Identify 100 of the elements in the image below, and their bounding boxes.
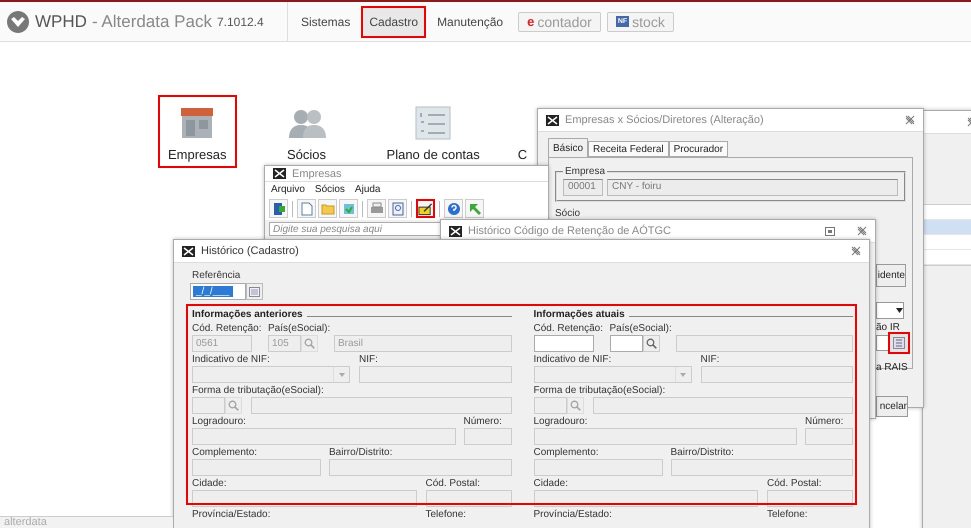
input-field[interactable]	[534, 335, 594, 352]
arrow-icon	[468, 202, 482, 216]
app-name: WPHD	[35, 12, 87, 32]
list-button[interactable]	[888, 332, 910, 354]
window-title: Empresas	[292, 168, 342, 180]
folder-icon	[320, 202, 334, 214]
field-label: Província/Estado:	[534, 508, 612, 521]
calendar-button[interactable]	[246, 283, 263, 300]
field-label: Forma de tributação(eSocial):	[192, 384, 324, 397]
search-icon	[304, 338, 315, 349]
footer-logo-text: alterdata	[4, 517, 47, 528]
module-label[interactable]: C	[518, 147, 528, 162]
magnifier-page-icon	[392, 202, 404, 216]
field-label: Indicativo de NIF:	[192, 353, 270, 366]
menu-item[interactable]: Sócios	[314, 184, 345, 195]
pencil-folder-icon	[418, 202, 433, 216]
printer-icon	[370, 202, 384, 216]
window-title: Histórico (Cadastro)	[201, 245, 299, 257]
section-title: Informações anteriores	[192, 308, 303, 320]
close-icon	[851, 246, 861, 256]
field-label: Cód. Postal:	[426, 477, 480, 490]
input-field[interactable]	[876, 335, 889, 351]
caret-icon	[338, 372, 344, 376]
field-label: Logradouro:	[192, 415, 246, 428]
field-label: Cód. Retenção:	[192, 322, 262, 335]
window-logo-icon	[182, 244, 195, 258]
search-button[interactable]	[301, 335, 318, 352]
field-label: NIF:	[359, 353, 378, 366]
list-icon	[893, 337, 905, 349]
window-logo-icon	[546, 114, 559, 126]
module-tile[interactable]: Empresas	[158, 95, 237, 168]
field-label: Bairro/Distrito:	[329, 446, 392, 459]
toolbar-button[interactable]	[388, 199, 407, 218]
toolbar-button[interactable]	[269, 199, 288, 218]
search-icon	[570, 400, 580, 411]
building-icon	[179, 106, 216, 140]
field-label: NIF:	[700, 353, 720, 366]
field-label: Forma de tributação(eSocial):	[534, 384, 666, 397]
group-label: Empresa	[564, 166, 606, 177]
app-button[interactable]: e contador	[518, 12, 601, 32]
dropdown[interactable]	[876, 302, 904, 319]
field-label: País(eSocial):	[268, 322, 330, 335]
caret-icon	[680, 372, 686, 376]
module-label[interactable]: Plano de contas	[386, 147, 480, 162]
numbered-list-icon	[415, 106, 452, 140]
field-label: Logradouro:	[534, 415, 588, 428]
restore-icon	[825, 226, 835, 236]
field-label: Indicativo de NIF:	[534, 353, 612, 366]
field-label: Bairro/Distrito:	[670, 446, 734, 459]
field-label: Complemento:	[534, 446, 599, 459]
version-number: 7.1012.4	[216, 14, 264, 28]
help-icon	[446, 202, 460, 216]
toolbar-button[interactable]	[416, 199, 435, 218]
menu-tab[interactable]: Cadastro	[361, 6, 426, 38]
field-label: ão IR	[876, 322, 900, 333]
checkbox-label: a RAIS	[876, 362, 908, 373]
page-icon	[300, 202, 312, 216]
input-field[interactable]	[610, 335, 642, 352]
search-icon	[646, 338, 656, 349]
field-label: Complemento:	[192, 446, 258, 459]
search-button[interactable]	[642, 335, 660, 352]
window-title: Empresas x Sócios/Diretores (Alteração)	[565, 114, 764, 126]
caret-icon	[896, 308, 903, 313]
field-label: Telefone:	[767, 508, 808, 521]
resident-button[interactable]: idente	[876, 264, 906, 287]
door-icon	[272, 202, 286, 216]
window-logo-icon	[449, 224, 462, 238]
logo-icon	[6, 10, 30, 34]
module-label[interactable]: Sócios	[287, 147, 326, 162]
menu-tab[interactable]: Manutenção	[430, 8, 510, 36]
calendar-icon	[249, 286, 260, 296]
name-field: CNY - foiru	[607, 179, 898, 196]
tab[interactable]: Receita Federal	[588, 141, 669, 157]
date-value: _/_/___	[193, 286, 233, 297]
menu-item[interactable]: Arquivo	[271, 184, 305, 195]
field-label: Cód. Postal:	[767, 477, 822, 490]
cancel-button[interactable]: ncelar	[876, 396, 908, 417]
field-label: Cód. Retenção:	[534, 322, 603, 335]
field-label: Sócio	[555, 208, 580, 219]
field-label: Cidade:	[534, 477, 568, 490]
field-label: País(eSocial):	[610, 322, 672, 335]
field-label: Telefone:	[426, 508, 466, 521]
field-label: Cidade:	[192, 477, 226, 490]
search-button[interactable]	[566, 397, 584, 414]
section-title: Informações atuais	[534, 308, 625, 320]
close-icon	[905, 115, 915, 125]
field-label: Província/Estado:	[192, 508, 270, 521]
field-label: Número:	[805, 415, 844, 428]
people-icon	[286, 108, 327, 138]
field-label: Referência	[192, 270, 242, 281]
search-button[interactable]	[225, 397, 242, 414]
tab[interactable]: Procurador	[668, 141, 728, 157]
close-icon	[857, 226, 867, 236]
date-field[interactable]: _/_/___	[190, 283, 246, 300]
menu-tab[interactable]: Sistemas	[294, 8, 358, 36]
field-label: Número:	[464, 415, 502, 428]
menu-item[interactable]: Ajuda	[354, 184, 380, 195]
search-icon	[228, 400, 239, 411]
code-field: 00001	[563, 179, 603, 196]
tab[interactable]: Básico	[548, 138, 588, 157]
